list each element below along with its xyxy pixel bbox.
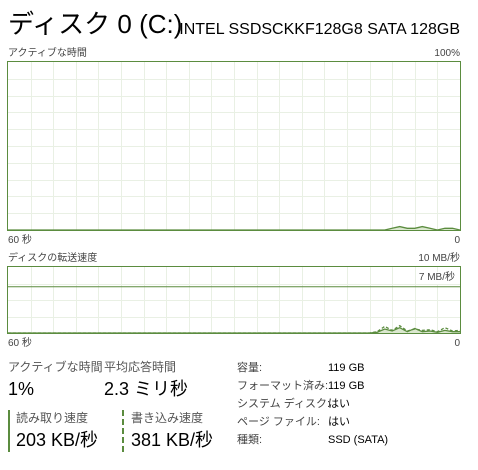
active-time-graph-max: 100% (434, 48, 460, 59)
transfer-axis-right: 0 (454, 338, 460, 349)
graph-grid (8, 267, 460, 333)
system-disk-value: はい (328, 398, 350, 410)
disk-type-label: 種類: (237, 434, 263, 446)
disk-type-value: SSD (SATA) (328, 434, 389, 446)
active-time-axis-right: 0 (454, 235, 460, 246)
write-speed-value: 381 KB/秒 (131, 430, 214, 450)
graph-grid (8, 62, 460, 230)
transfer-graph-label: ディスクの転送速度 (8, 253, 98, 264)
active-time-graph (7, 61, 461, 231)
write-speed-indicator (122, 410, 124, 452)
active-time-stat-label: アクティブな時間 (8, 360, 103, 374)
disk-model: INTEL SSDSCKKF128G8 SATA 128GB (179, 21, 460, 38)
transfer-graph-svg (8, 267, 460, 333)
formatted-label: フォーマット済み: (237, 380, 329, 392)
active-time-graph-svg (8, 62, 460, 230)
active-time-axis-left: 60 秒 (8, 235, 32, 246)
capacity-label: 容量: (237, 362, 263, 374)
disk-title: ディスク 0 (C:) (8, 9, 183, 39)
transfer-axis-left: 60 秒 (8, 338, 32, 349)
response-time-stat-label: 平均応答時間 (104, 360, 177, 374)
read-speed-value: 203 KB/秒 (16, 430, 99, 450)
formatted-value: 119 GB (328, 380, 365, 392)
write-speed-label: 書き込み速度 (131, 411, 204, 425)
transfer-scale-label: 7 MB/秒 (417, 272, 456, 284)
read-speed-label: 読み取り速度 (16, 411, 89, 425)
capacity-value: 119 GB (328, 362, 365, 374)
system-disk-label: システム ディスク: (237, 398, 331, 410)
active-time-graph-label: アクティブな時間 (8, 48, 87, 59)
response-time-stat-value: 2.3 ミリ秒 (104, 379, 189, 399)
active-time-stat-value: 1% (8, 379, 35, 399)
transfer-graph: 7 MB/秒 (7, 266, 461, 334)
read-speed-indicator (8, 410, 10, 452)
transfer-graph-max: 10 MB/秒 (418, 253, 460, 264)
page-file-label: ページ ファイル: (237, 416, 320, 428)
page-file-value: はい (328, 416, 350, 428)
